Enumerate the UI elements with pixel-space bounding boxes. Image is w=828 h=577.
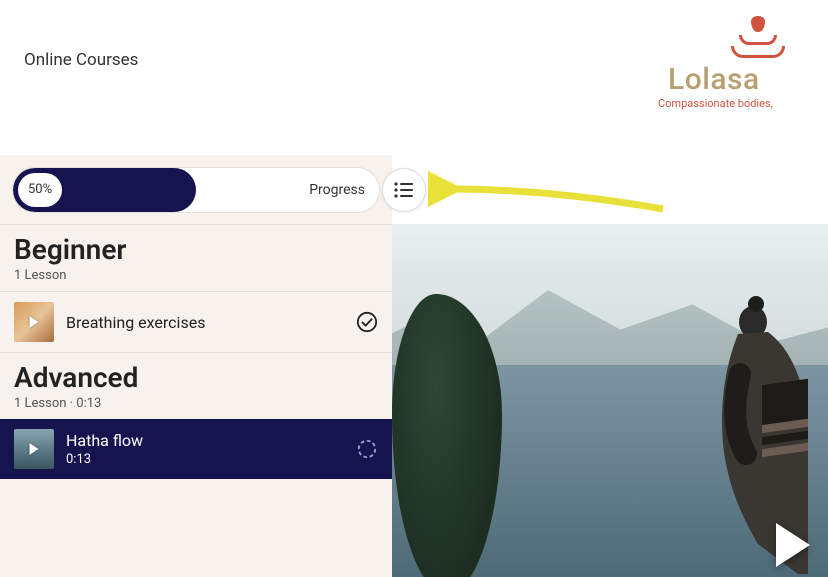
lotus-drop-icon	[688, 16, 828, 58]
list-icon	[394, 182, 414, 198]
section-header-advanced: Advanced 1 Lesson · 0:13	[0, 352, 392, 419]
progress-bar[interactable]: 50% Progress	[12, 167, 380, 213]
lesson-item-breathing[interactable]: Breathing exercises	[0, 291, 392, 352]
lesson-thumbnail	[14, 302, 54, 342]
progress-percent-badge: 50%	[18, 173, 62, 207]
section-title: Beginner	[14, 233, 378, 266]
breadcrumb[interactable]: Online Courses	[24, 50, 138, 70]
video-player[interactable]	[392, 224, 828, 577]
brand-name: Lolasa	[658, 62, 828, 97]
sidebar-toggle-button[interactable]	[382, 168, 426, 212]
play-icon	[30, 443, 39, 455]
play-button[interactable]	[776, 523, 810, 567]
section-title: Advanced	[14, 361, 378, 394]
progress-row: 50% Progress	[0, 155, 392, 224]
section-header-beginner: Beginner 1 Lesson	[0, 224, 392, 291]
course-sidebar: 50% Progress Beginner 1 Lesson Breathing…	[0, 155, 392, 577]
lesson-thumbnail	[14, 429, 54, 469]
section-subtitle: 1 Lesson	[14, 268, 378, 283]
play-icon	[30, 316, 39, 328]
video-bg-tree	[392, 294, 502, 577]
brand-logo: Lolasa Compassionate bodies,	[658, 16, 828, 110]
check-circle-icon	[356, 311, 378, 333]
header: Online Courses Lolasa Compassionate bodi…	[0, 0, 828, 155]
progress-label: Progress	[309, 182, 365, 198]
lesson-duration: 0:13	[66, 452, 344, 467]
lesson-item-hatha[interactable]: Hatha flow 0:13	[0, 419, 392, 479]
in-progress-icon	[356, 438, 378, 460]
section-subtitle: 1 Lesson · 0:13	[14, 396, 378, 411]
lesson-title: Hatha flow	[66, 431, 344, 450]
lesson-title: Breathing exercises	[66, 313, 344, 332]
brand-tagline: Compassionate bodies,	[658, 97, 828, 110]
